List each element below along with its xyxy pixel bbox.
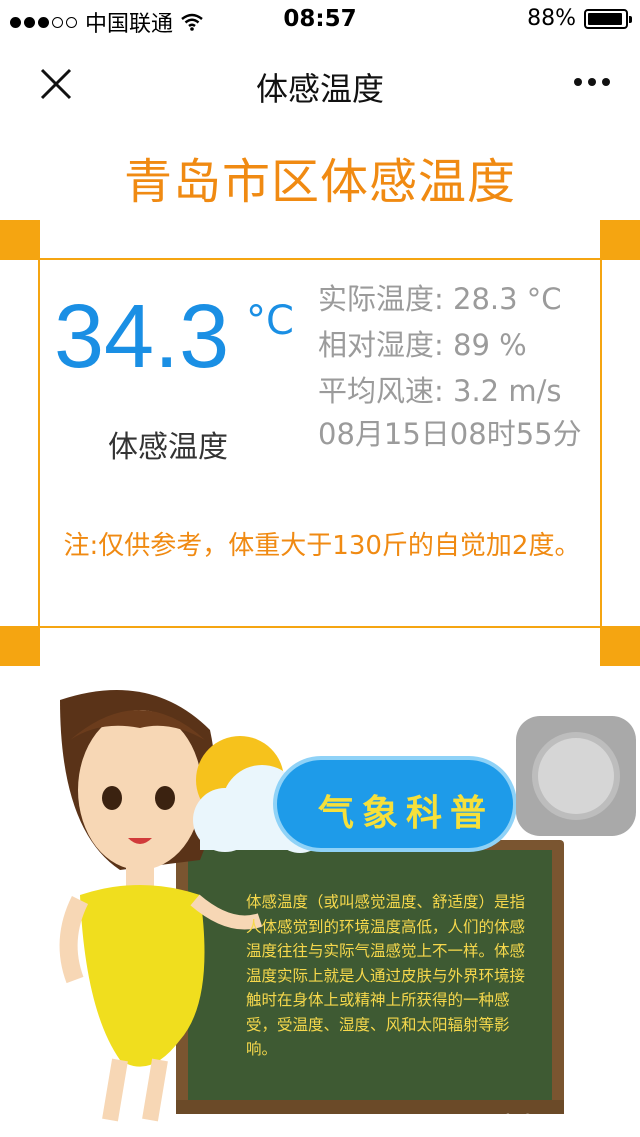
card-corner-top-right	[600, 220, 640, 260]
card-corner-bottom-right	[600, 626, 640, 666]
more-options-icon[interactable]	[574, 78, 610, 86]
note-text: 注:仅供参考，体重大于130斤的自觉加2度。	[63, 531, 581, 561]
science-banner-title: 气象科普	[318, 793, 495, 834]
card-corner-bottom-left	[0, 626, 40, 666]
science-text: 体感温度（或叫感觉温度、舒适度）是指人体感觉到的环境温度高低，人们的体感温度往往…	[246, 893, 526, 1058]
battery-icon	[584, 8, 632, 29]
temperature-card: 34.3 °C 体感温度 实际温度: 28.3 °C 相对湿度: 89 % 平均…	[38, 258, 602, 628]
relative-humidity: 相对湿度: 89 %	[318, 328, 527, 362]
actual-temperature: 实际温度: 28.3 °C	[318, 282, 562, 316]
battery-percent: 88%	[527, 6, 576, 31]
feel-temperature-unit: °C	[246, 298, 294, 344]
average-wind-speed: 平均风速: 3.2 m/s	[318, 374, 562, 408]
assistive-touch-button[interactable]	[516, 716, 636, 836]
nav-bar: 体感温度	[0, 40, 640, 128]
nav-title: 体感温度	[255, 70, 384, 108]
feel-temperature-value: 34.3	[54, 287, 230, 387]
card-corner-top-left	[0, 220, 40, 260]
page-title: 青岛市区体感温度	[123, 154, 516, 210]
feel-temperature-label: 体感温度	[108, 430, 228, 465]
observation-time: 08月15日08时55分	[318, 417, 582, 451]
watermark-left: 半岛	[498, 1112, 538, 1136]
watermark-right: @青岛气象	[546, 1114, 636, 1135]
status-right: 88%	[527, 6, 632, 31]
status-bar: 中国联通 08:57 88%	[0, 0, 640, 40]
